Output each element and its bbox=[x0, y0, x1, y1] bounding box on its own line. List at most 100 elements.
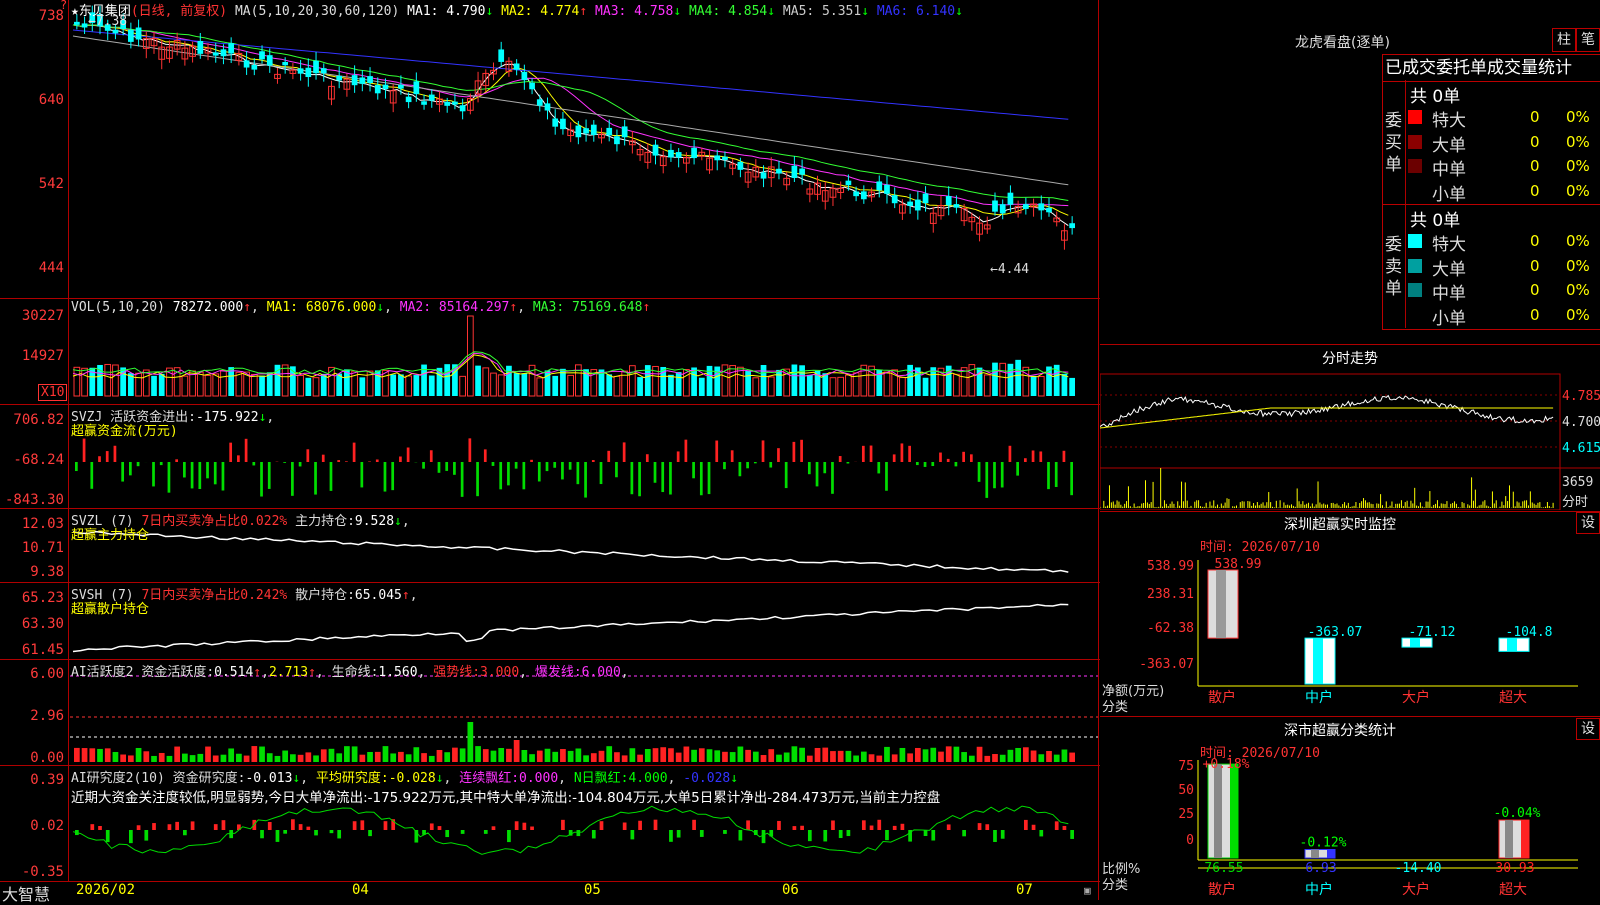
flow-bar bbox=[106, 451, 109, 462]
research-bar bbox=[739, 830, 743, 840]
flow-bar bbox=[484, 449, 487, 462]
flow-bar bbox=[1009, 446, 1012, 462]
research-bar bbox=[306, 827, 310, 830]
flow-bar bbox=[823, 462, 826, 473]
chart-mode-bar-button[interactable]: 柱 bbox=[1552, 28, 1576, 52]
candle-body bbox=[545, 103, 551, 110]
sz-monitor-settings-button[interactable]: 设 bbox=[1576, 512, 1600, 534]
flow-bar bbox=[492, 462, 495, 466]
flow-bar bbox=[1047, 462, 1050, 489]
ma-line-5 bbox=[73, 36, 1068, 185]
vol-axis-max: 30227 bbox=[0, 308, 64, 324]
flow-bar bbox=[206, 462, 209, 478]
volume-bar bbox=[668, 375, 674, 396]
research-bar bbox=[800, 826, 804, 830]
candle-body bbox=[298, 68, 304, 73]
candle-body bbox=[776, 169, 782, 174]
volume-bar bbox=[514, 373, 520, 396]
candle-body bbox=[1000, 204, 1006, 213]
volume-bar bbox=[74, 367, 80, 396]
chart-mode-tick-button[interactable]: 笔 bbox=[1576, 28, 1600, 52]
dragon-row-pct: 0% bbox=[1566, 281, 1590, 299]
flow-bar bbox=[1024, 458, 1027, 462]
activity-bar bbox=[768, 749, 774, 762]
volume-bar bbox=[761, 365, 767, 396]
svzl-subtitle: 超赢主力持仓 bbox=[71, 524, 149, 543]
kline-svg bbox=[0, 0, 1100, 900]
research-bar bbox=[1070, 830, 1074, 839]
research-bar bbox=[152, 823, 156, 830]
flow-bar bbox=[137, 462, 140, 466]
lock-icon[interactable]: ▣ bbox=[1084, 884, 1091, 897]
activity-bar bbox=[498, 748, 504, 762]
flow-bar bbox=[1016, 462, 1019, 476]
activity-bar bbox=[907, 753, 913, 762]
activity-bar bbox=[853, 756, 859, 762]
activity-bar bbox=[699, 748, 705, 762]
candle-body bbox=[321, 68, 327, 73]
flow-bar bbox=[569, 462, 572, 470]
candle-body bbox=[421, 101, 427, 105]
activity-bar bbox=[298, 755, 304, 762]
research-bar bbox=[692, 820, 696, 830]
sz-category-settings-button[interactable]: 设 bbox=[1576, 718, 1600, 740]
candle-body bbox=[552, 119, 558, 127]
dragon-row-count: 0 bbox=[1530, 182, 1540, 200]
activity-bar bbox=[691, 750, 697, 762]
flow-bar bbox=[970, 454, 973, 462]
research-bar bbox=[353, 821, 357, 830]
activity-bar bbox=[336, 753, 342, 762]
research-bar bbox=[839, 830, 843, 838]
volume-bar bbox=[113, 365, 119, 396]
candle-body bbox=[267, 55, 273, 65]
volume-bar bbox=[1008, 364, 1014, 396]
dragon-tabs[interactable]: 已成交委托单成交量统计 bbox=[1382, 54, 1600, 82]
volume-bar bbox=[182, 376, 188, 396]
volume-bar bbox=[213, 374, 219, 396]
high-price-marker: ←7.38 bbox=[88, 14, 127, 29]
flow-bar bbox=[685, 440, 688, 462]
sz-category-bar-edge bbox=[1521, 820, 1529, 858]
sz-monitor-axis-label: 538.99 bbox=[1147, 559, 1194, 574]
sz-monitor-axis-label: -62.38 bbox=[1147, 621, 1194, 636]
research-bar bbox=[175, 822, 179, 830]
activity-bar bbox=[197, 754, 203, 762]
activity-bar bbox=[74, 748, 80, 762]
activity-bar bbox=[259, 747, 265, 762]
sz-category-change-label: +0.18% bbox=[1203, 757, 1250, 772]
kline-chart-area[interactable]: ? ★东贝集团(日线, 前复权) MA(5,10,20,30,60,120) M… bbox=[0, 0, 1100, 900]
activity-bar bbox=[182, 754, 188, 762]
activity-bar bbox=[876, 756, 882, 762]
flow-bar bbox=[515, 462, 518, 469]
sz-category-bar-stripe bbox=[1505, 820, 1513, 858]
candle-body bbox=[946, 196, 952, 205]
candle-body bbox=[197, 41, 203, 54]
activity-bar bbox=[560, 749, 566, 762]
flow-bar bbox=[453, 462, 456, 475]
candle-body bbox=[406, 97, 412, 102]
research-bar bbox=[144, 830, 148, 841]
volume-bar bbox=[768, 377, 774, 396]
candle-body bbox=[714, 155, 720, 160]
volume-header: VOL(5,10,20) 78272.000↑, MA1: 68076.000↓… bbox=[71, 300, 650, 315]
volume-bar bbox=[460, 376, 466, 396]
volume-bar bbox=[707, 366, 713, 396]
ma-value-5: MA5: 5.351 bbox=[783, 4, 861, 19]
candle-body bbox=[668, 150, 674, 157]
sz-monitor-bar-stripe bbox=[1313, 638, 1323, 684]
ai-research-header: AI研究度2(10) 资金研究度:-0.013↓, 平均研究度:-0.028↓,… bbox=[71, 767, 738, 786]
flow-bar bbox=[399, 456, 402, 462]
activity-bar bbox=[1015, 748, 1021, 762]
activity-bar bbox=[190, 755, 196, 762]
volume-bar bbox=[884, 372, 890, 396]
flow-bar bbox=[885, 462, 888, 491]
flow-bar bbox=[98, 456, 101, 462]
intraday-chart[interactable] bbox=[1100, 368, 1600, 510]
volume-bar bbox=[730, 366, 736, 396]
retail-holding-line bbox=[73, 604, 1068, 651]
flow-bar bbox=[1032, 450, 1035, 462]
activity-bar bbox=[275, 756, 281, 762]
dragon-color-swatch bbox=[1408, 259, 1422, 273]
volume-bar bbox=[1062, 374, 1068, 396]
flow-bar bbox=[222, 462, 225, 491]
